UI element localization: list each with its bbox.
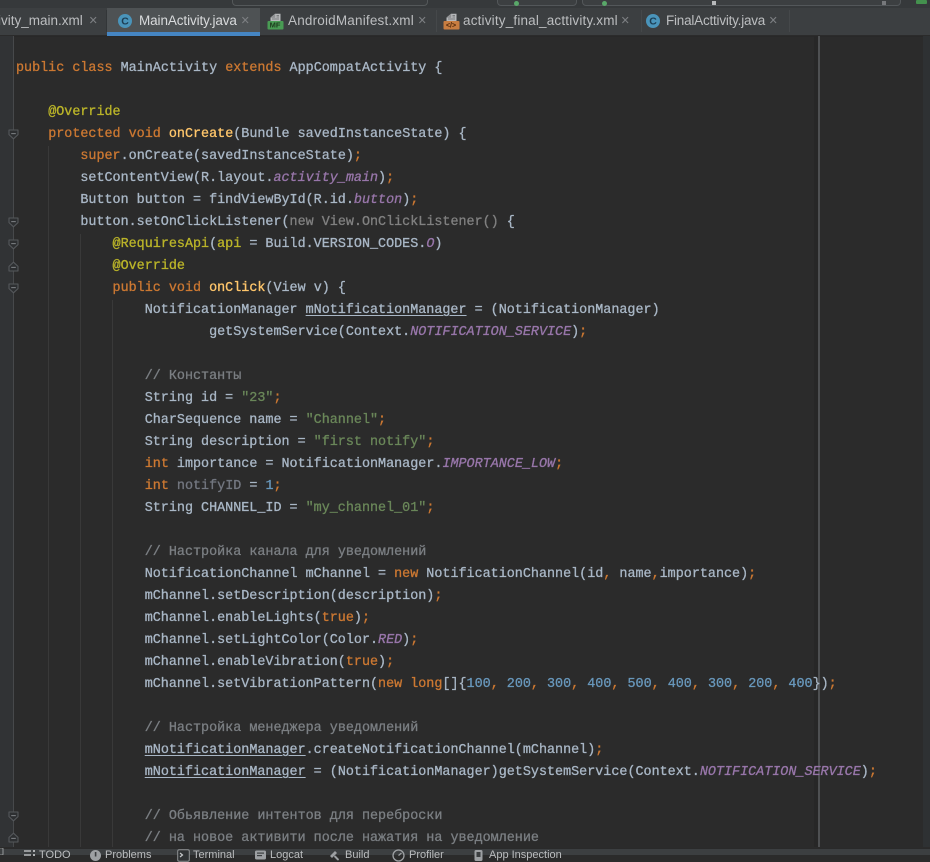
- svg-text:</>: </>: [446, 22, 456, 29]
- svg-text:C: C: [649, 16, 657, 28]
- svg-text:C: C: [121, 16, 129, 28]
- svg-text:MF: MF: [270, 21, 281, 30]
